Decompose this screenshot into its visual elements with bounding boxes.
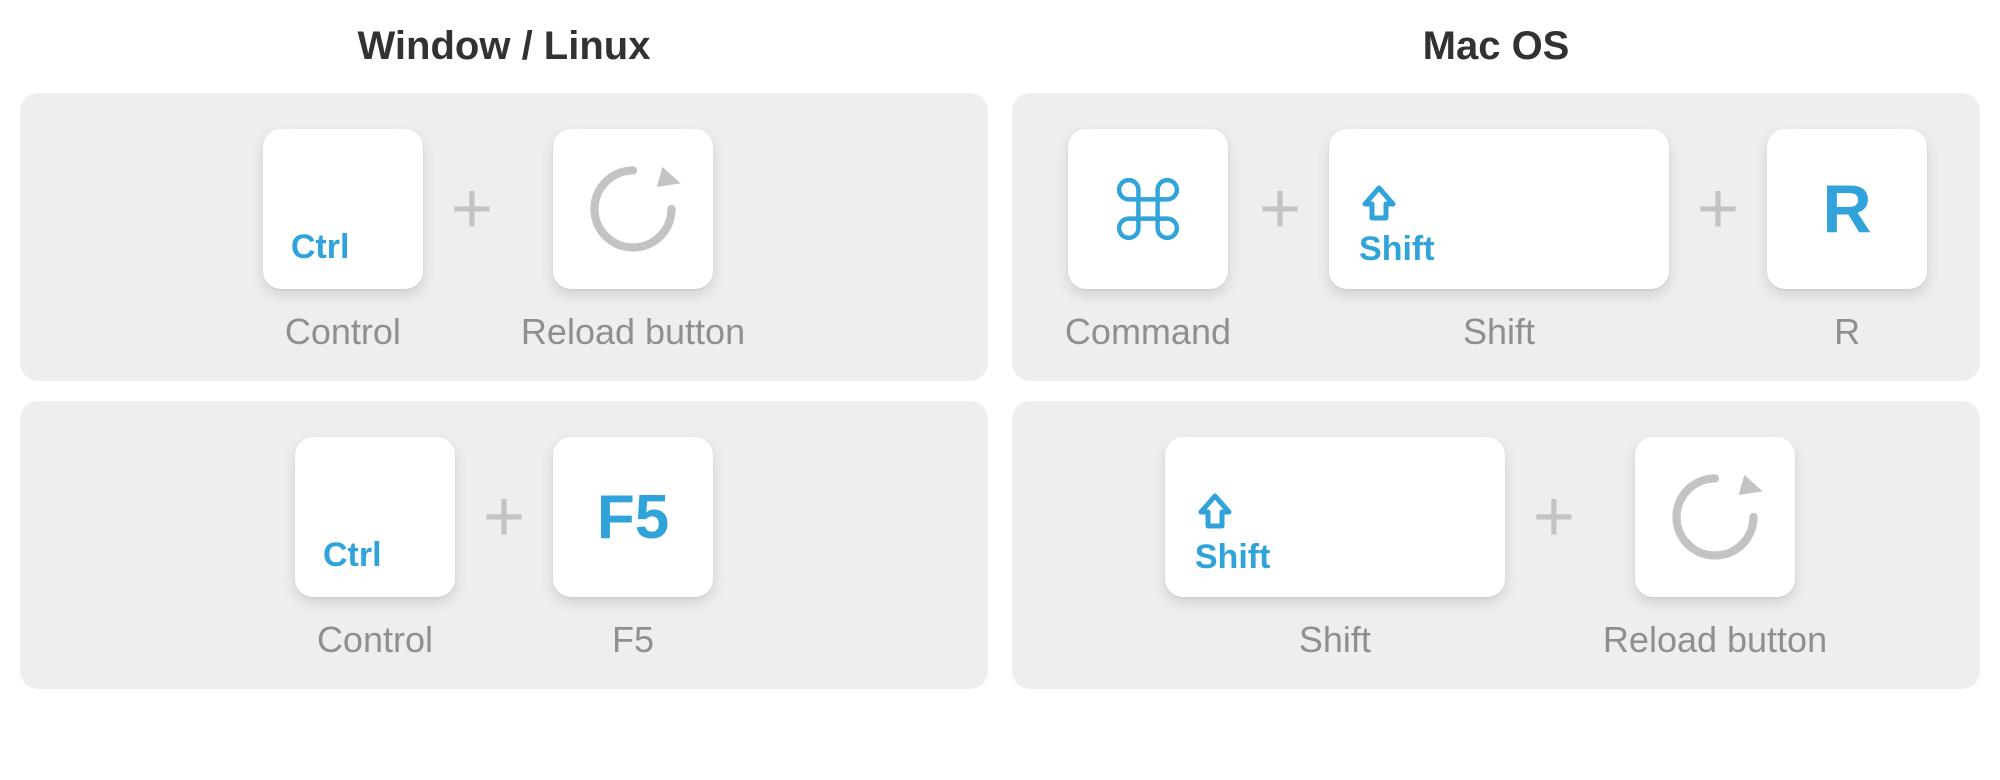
panel-cmd-shift-r: Command + Shift Shift + [1012,93,1980,381]
caption-reload-2: Reload button [1603,619,1827,661]
shift-arrow-icon [1359,184,1399,224]
panel-ctrl-reload: Ctrl Control + Reload button [20,93,988,381]
key-shift-2: Shift Shift [1165,437,1505,661]
key-shift-label-2: Shift [1195,538,1271,577]
caption-command: Command [1065,311,1231,353]
column-header-right: Mac OS [1012,24,1980,69]
key-command: Command [1065,129,1231,353]
key-ctrl-2: Ctrl Control [295,437,455,661]
reload-icon [1660,462,1770,572]
caption-reload: Reload button [521,311,745,353]
plus-icon: + [451,129,493,289]
key-reload: Reload button [521,129,745,353]
panel-shift-reload: Shift Shift + Reload button [1012,401,1980,689]
caption-r: R [1834,311,1860,353]
key-reload-2: Reload button [1603,437,1827,661]
key-ctrl-label: Ctrl [263,228,350,289]
plus-icon: + [1259,129,1301,289]
command-icon [1111,172,1185,246]
key-ctrl: Ctrl Control [263,129,423,353]
plus-icon: + [483,437,525,597]
column-windows-linux: Window / Linux Ctrl Control + [20,24,988,709]
shift-arrow-icon [1195,492,1235,532]
caption-ctrl-2: Control [317,619,433,661]
key-r: R R [1767,129,1927,353]
plus-icon: + [1533,437,1575,597]
reload-icon [578,154,688,264]
key-f5: F5 F5 [553,437,713,661]
key-shift: Shift Shift [1329,129,1669,353]
caption-f5: F5 [612,619,654,661]
column-header-left: Window / Linux [20,24,988,69]
key-f5-label: F5 [597,482,669,553]
column-macos: Mac OS Command + [1012,24,1980,709]
key-shift-label: Shift [1359,230,1435,269]
caption-ctrl: Control [285,311,401,353]
plus-icon: + [1697,129,1739,289]
caption-shift-2: Shift [1299,619,1371,661]
key-ctrl-label-2: Ctrl [295,536,382,597]
panel-ctrl-f5: Ctrl Control + F5 F5 [20,401,988,689]
key-r-label: R [1823,175,1872,243]
caption-shift: Shift [1463,311,1535,353]
